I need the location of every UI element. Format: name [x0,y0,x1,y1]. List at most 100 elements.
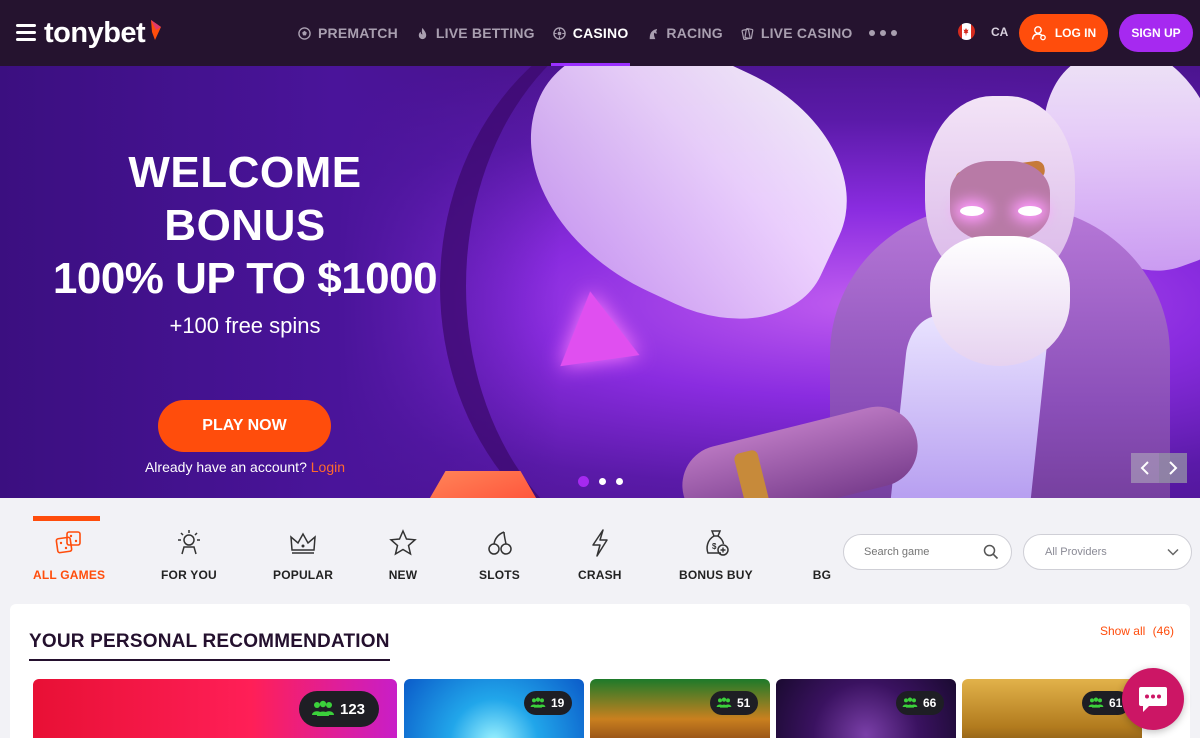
game-tile[interactable]: 19 [404,679,584,738]
more-menu-icon[interactable] [868,30,897,36]
search-input[interactable] [864,546,974,558]
nav-label: CASINO [572,25,629,41]
category-icon-placeholder [807,528,837,558]
slide-dot[interactable] [616,478,623,485]
category-label: BONUS BUY [679,568,753,582]
flame-icon [418,27,427,39]
show-all-label: Show all [1099,624,1146,638]
chevron-left-icon [1140,461,1149,475]
player-count: 61 [1109,696,1123,710]
nav-label: PREMATCH [318,25,398,41]
category-slots[interactable]: SLOTS [479,528,520,582]
slide-dot[interactable] [599,478,606,485]
category-all-games[interactable]: ALL GAMES [33,528,105,582]
hero-login-link[interactable]: Login [311,459,345,475]
language-selector[interactable]: CA [958,23,1008,40]
brand-logo[interactable]: tonybet [44,16,164,50]
user-icon [1031,26,1046,41]
lightning-icon [592,529,608,557]
nav-label: RACING [666,25,723,41]
nav-prematch[interactable]: PREMATCH [298,0,398,66]
nav-label: LIVE BETTING [435,25,535,41]
search-box[interactable] [843,534,1012,570]
next-slide-button[interactable] [1159,453,1187,483]
players-icon [1088,697,1104,708]
recommendation-panel: YOUR PERSONAL RECOMMENDATION Show all (4… [10,604,1190,738]
login-label: LOG IN [1054,26,1097,40]
menu-icon[interactable] [16,24,36,41]
game-tile[interactable]: 51 [590,679,770,738]
account-prompt: Already have an account? Login [100,459,390,475]
chevron-right-icon [1169,461,1178,475]
brand-name: tonybet [44,16,146,49]
zeus-face [950,161,1050,241]
category-label: SLOTS [479,568,521,582]
main-nav: PREMATCH LIVE BETTING CASINO RACING LIVE… [298,0,897,66]
show-all-count: (46) [1152,624,1174,638]
prev-slide-button[interactable] [1131,453,1159,483]
hero-banner[interactable]: WELCOME BONUS 100% UP TO $1000 +100 free… [0,66,1200,498]
play-now-button[interactable]: PLAY NOW [158,400,331,452]
nav-live-betting[interactable]: LIVE BETTING [416,0,535,66]
language-code: CA [991,24,1009,39]
nav-racing[interactable]: RACING [646,0,723,66]
hero-line-1: WELCOME [128,148,362,197]
login-button[interactable]: LOG IN [1019,14,1108,52]
chat-button[interactable] [1122,668,1184,730]
nav-casino[interactable]: CASINO [550,0,631,66]
for-you-icon [177,530,200,555]
hero-subline: +100 free spins [169,313,321,338]
category-popular[interactable]: POPULAR [273,528,333,582]
zeus-eye-left [960,206,984,216]
category-new[interactable]: NEW [388,528,418,582]
money-bag-icon: $ [706,530,729,556]
players-icon [530,697,546,708]
zeus-beard [930,236,1070,366]
dice-icon [55,531,81,554]
play-now-label: PLAY NOW [202,417,287,434]
category-bonus-buy[interactable]: $ BONUS BUY [679,528,753,582]
triangle-gem [550,285,640,367]
player-count: 19 [551,696,565,710]
signup-button[interactable]: SIGN UP [1119,14,1193,52]
recommendation-title: YOUR PERSONAL RECOMMENDATION [29,631,390,661]
player-count-badge: 51 [710,691,759,715]
slide-indicators [578,476,623,487]
player-count: 51 [737,696,751,710]
horse-icon [650,28,658,39]
providers-label: All Providers [1045,546,1107,558]
player-count: 66 [923,696,937,710]
cards-icon [741,27,754,40]
game-tile[interactable]: 61 [962,679,1142,738]
game-tile[interactable]: 123 [33,679,397,738]
category-bg[interactable]: BG [807,528,837,582]
brand-mark-icon [151,20,162,40]
svg-text:$: $ [712,542,717,551]
nav-live-casino[interactable]: LIVE CASINO [741,0,853,66]
canada-flag-icon [958,23,975,40]
category-label: ALL GAMES [33,568,106,582]
game-tile[interactable]: 66 [776,679,956,738]
cherry-icon [487,531,512,555]
chevron-down-icon [1167,548,1179,556]
slider-arrows [1131,453,1187,483]
player-count: 123 [340,700,366,718]
search-icon[interactable] [983,544,999,560]
account-text: Already have an account? [144,459,307,475]
active-category-indicator [33,516,100,521]
star-icon [389,529,417,556]
hero-line-3: 100% UP TO $1000 [52,254,438,303]
category-label: BG [812,568,832,582]
category-label: FOR YOU [161,568,217,582]
players-icon [902,697,918,708]
providers-select[interactable]: All Providers [1023,534,1192,570]
category-crash[interactable]: CRASH [578,528,622,582]
nav-label: LIVE CASINO [760,25,853,41]
slide-dot[interactable] [578,476,589,487]
show-all-link[interactable]: Show all (46) [1100,624,1174,638]
crown-icon [290,532,316,554]
category-for-you[interactable]: FOR YOU [161,528,217,582]
players-icon [312,700,334,716]
category-label: POPULAR [273,568,334,582]
hero-headline: WELCOME BONUS 100% UP TO $1000 +100 free… [30,146,460,339]
